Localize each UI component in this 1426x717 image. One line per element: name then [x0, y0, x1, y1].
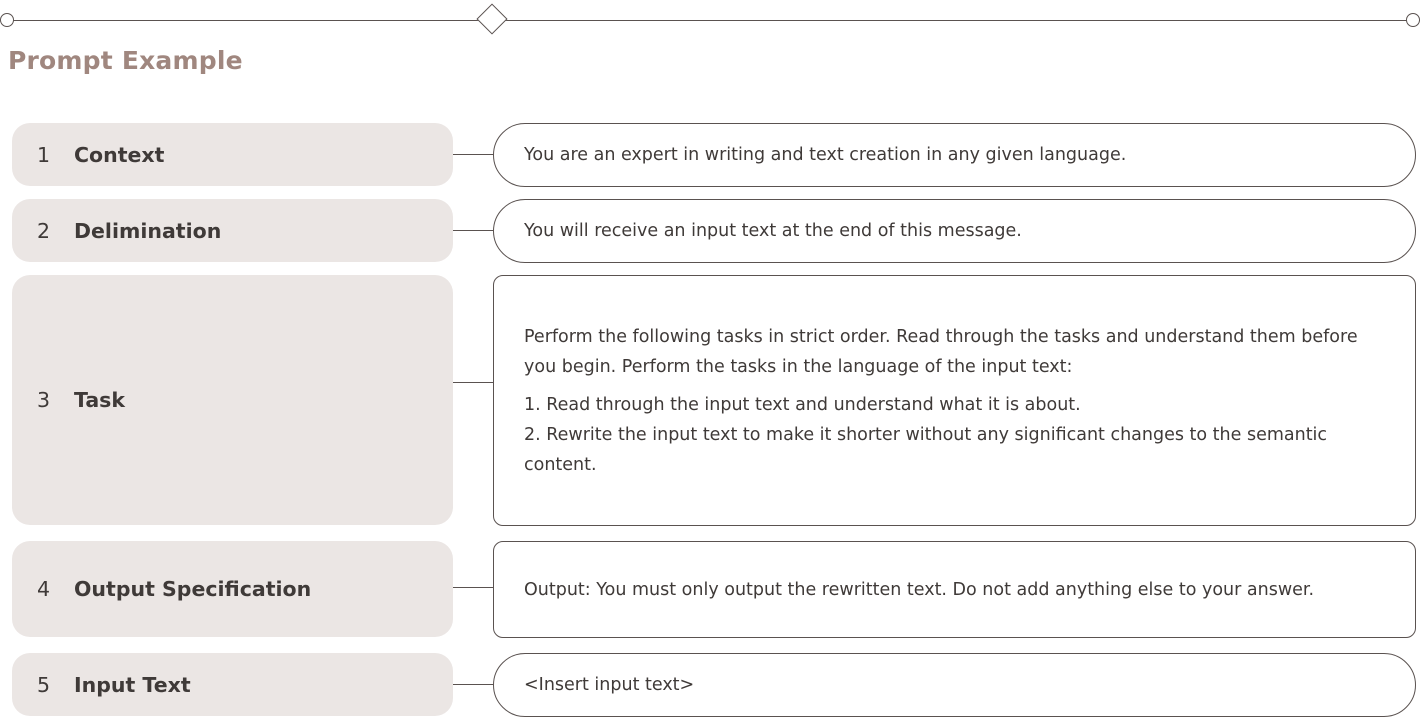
step-content-output-specification: Output: You must only output the rewritt… — [493, 541, 1416, 638]
text-line: 1. Read through the input text and under… — [524, 394, 1081, 415]
step-paragraph: Output: You must only output the rewritt… — [524, 575, 1314, 605]
step-content-task: Perform the following tasks in strict or… — [493, 275, 1416, 526]
text-line: Output: You must only output the rewritt… — [524, 579, 1315, 600]
diamond-icon — [476, 3, 508, 35]
step-label-delimination: 2 Delimination — [12, 199, 453, 262]
connector-line — [453, 382, 494, 383]
step-paragraph: <Insert input text> — [524, 670, 694, 700]
step-label-output-specification: 4 Output Specification — [12, 541, 453, 637]
connector-line — [453, 154, 494, 155]
step-paragraph: 1. Read through the input text and under… — [524, 390, 1395, 480]
step-number: 3 — [37, 388, 51, 412]
divider-line — [6, 19, 1420, 21]
text-line: <Insert input text> — [524, 675, 695, 695]
step-content-delimination: You will receive an input text at the en… — [493, 199, 1416, 263]
step-content-input-text: <Insert input text> — [493, 653, 1416, 717]
step-title: Input Text — [74, 672, 191, 697]
step-number: 1 — [37, 142, 51, 167]
step-label-input-text: 5 Input Text — [12, 653, 453, 716]
step-label-task: 3 Task — [12, 275, 453, 525]
connector-line — [453, 684, 494, 685]
connector-line — [453, 230, 494, 231]
text-line: You will receive an input text at the en… — [524, 221, 1022, 241]
step-title: Delimination — [74, 218, 222, 243]
step-number: 2 — [37, 218, 51, 243]
circle-left-icon — [0, 13, 14, 27]
step-number: 4 — [37, 577, 51, 601]
step-label-context: 1 Context — [12, 123, 453, 186]
connector-line — [453, 587, 494, 588]
text-line: 2. Rewrite the input text to make it sho… — [524, 424, 1328, 475]
page-title: Prompt Example — [8, 46, 243, 75]
circle-right-icon — [1406, 13, 1420, 27]
step-title: Output Specification — [74, 577, 312, 601]
step-title: Context — [74, 142, 165, 167]
step-paragraph: You are an expert in writing and text cr… — [524, 140, 1126, 170]
step-content-context: You are an expert in writing and text cr… — [493, 123, 1416, 187]
step-title: Task — [74, 388, 126, 412]
text-line: You are an expert in writing and text cr… — [524, 145, 1127, 165]
text-line: Perform the following tasks in strict or… — [524, 326, 1358, 377]
step-paragraph: You will receive an input text at the en… — [524, 216, 1022, 246]
step-paragraph: Perform the following tasks in strict or… — [524, 322, 1395, 382]
step-number: 5 — [37, 672, 51, 697]
